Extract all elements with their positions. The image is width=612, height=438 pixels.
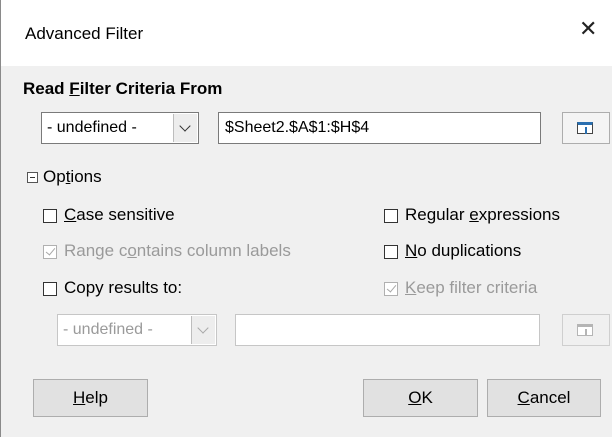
- title-bar: Advanced Filter ✕: [1, 0, 612, 66]
- copy-target-named-range-select[interactable]: - undefined -: [57, 314, 217, 346]
- regular-expressions-label[interactable]: Regular expressions: [405, 205, 560, 225]
- ok-button[interactable]: OK: [363, 379, 478, 417]
- criteria-heading: Read Filter Criteria From: [23, 79, 223, 98]
- no-duplications-label[interactable]: No duplications: [405, 241, 521, 261]
- no-duplications-checkbox[interactable]: [384, 245, 398, 259]
- shrink-dialog-icon: [577, 324, 593, 336]
- copy-target-input[interactable]: [235, 314, 540, 346]
- case-sensitive-label[interactable]: Case sensitive: [64, 205, 175, 225]
- help-button[interactable]: Help: [33, 379, 148, 417]
- copy-results-checkbox[interactable]: [43, 282, 57, 296]
- keep-criteria-label[interactable]: Keep filter criteria: [405, 278, 537, 298]
- criteria-shrink-button[interactable]: [562, 112, 610, 144]
- cancel-button[interactable]: Cancel: [487, 379, 601, 417]
- range-labels-checkbox[interactable]: [43, 245, 57, 259]
- copy-target-named-range-value: - undefined -: [63, 321, 153, 338]
- range-labels-label[interactable]: Range contains column labels: [64, 241, 291, 261]
- keep-criteria-checkbox[interactable]: [384, 282, 398, 296]
- checkmark-icon: [45, 245, 56, 256]
- regular-expressions-checkbox[interactable]: [384, 209, 398, 223]
- copy-results-label[interactable]: Copy results to:: [64, 278, 182, 298]
- advanced-filter-dialog: Advanced Filter ✕ Read Filter Criteria F…: [0, 0, 612, 437]
- criteria-named-range-value: - undefined -: [47, 119, 137, 136]
- criteria-range-value: $Sheet2.$A$1:$H$4: [225, 119, 370, 136]
- criteria-range-input[interactable]: $Sheet2.$A$1:$H$4: [218, 112, 541, 144]
- window-title: Advanced Filter: [25, 24, 144, 43]
- case-sensitive-checkbox[interactable]: [43, 209, 57, 223]
- chevron-down-icon[interactable]: [173, 114, 197, 142]
- copy-target-shrink-button[interactable]: [562, 314, 610, 346]
- checkmark-icon: [386, 282, 397, 293]
- dialog-body: Read Filter Criteria From - undefined - …: [1, 66, 612, 437]
- shrink-dialog-icon: [577, 122, 593, 134]
- criteria-named-range-select[interactable]: - undefined -: [41, 112, 199, 144]
- chevron-down-icon[interactable]: [191, 316, 215, 344]
- options-expander-label[interactable]: Options: [43, 167, 102, 187]
- close-icon[interactable]: ✕: [579, 18, 597, 40]
- options-collapse-icon[interactable]: [27, 172, 38, 183]
